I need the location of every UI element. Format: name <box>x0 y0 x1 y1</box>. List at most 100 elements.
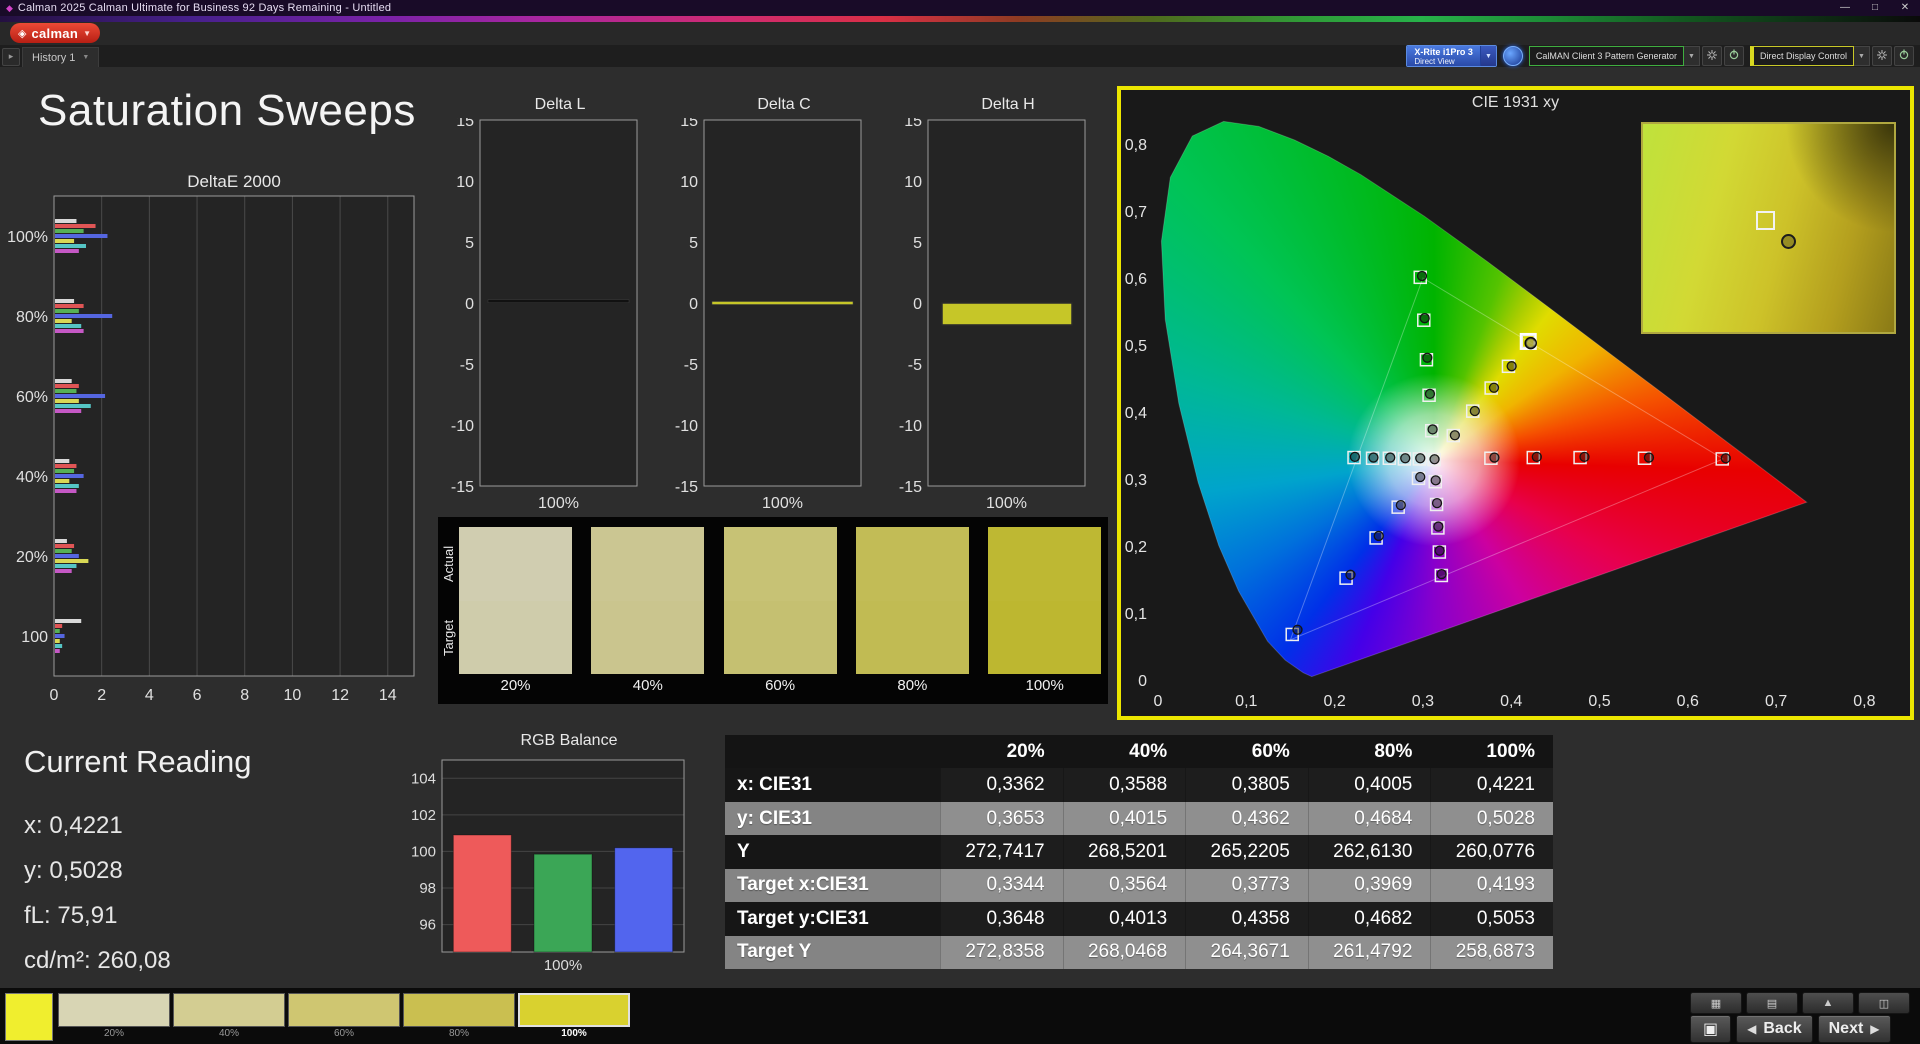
svg-text:0,1: 0,1 <box>1125 606 1147 623</box>
chevron-down-icon[interactable]: ▼ <box>1479 46 1496 66</box>
cie-1931-chart-selected[interactable]: 0 0,1 0,2 0,3 0,4 0,5 0,6 0,7 0,8 0 0,1 0,2 0,3 0,4 0,… <box>1117 86 1914 720</box>
cie-measured-marker <box>1430 475 1441 486</box>
table-cell: 0,4005 <box>1307 768 1431 802</box>
reading-cdm2: cd/m²: 260,08 <box>24 947 171 974</box>
svg-text:5: 5 <box>465 235 474 252</box>
cie-measured-marker <box>1373 530 1384 542</box>
swatch-label: 100% <box>1025 677 1064 694</box>
chevron-down-icon[interactable]: ▼ <box>1854 46 1870 66</box>
source-power-button[interactable] <box>1723 46 1744 66</box>
list-view-button[interactable]: ▤ <box>1746 992 1798 1014</box>
measurement-point-tile[interactable]: 40% <box>173 993 285 1039</box>
page-title: Saturation Sweeps <box>38 86 416 135</box>
svg-text:0,8: 0,8 <box>1125 137 1147 154</box>
maximize-button[interactable]: □ <box>1860 0 1890 16</box>
cie-measured-marker <box>1469 405 1480 417</box>
display-power-button[interactable] <box>1894 46 1914 66</box>
delta-c-plot: 15 10 5 0 -5 -10 -15 100% <box>675 113 862 512</box>
grid-view-button[interactable]: ▦ <box>1690 992 1742 1014</box>
cie-measured-marker <box>1415 471 1426 483</box>
source-settings-button[interactable] <box>1701 46 1722 66</box>
delta-bar <box>711 301 854 305</box>
table-cell: 0,4221 <box>1430 768 1553 802</box>
deltae-bar <box>55 224 96 228</box>
meter-status-badge[interactable] <box>1502 46 1523 66</box>
deltae-bar <box>55 384 79 388</box>
table-cell: 0,4013 <box>1062 902 1186 936</box>
deltae-bar <box>55 394 106 398</box>
table-row-label: y: CIE31 <box>725 801 940 836</box>
target-swatch <box>855 600 969 674</box>
close-button[interactable]: ✕ <box>1890 0 1920 16</box>
chart-title: Delta L <box>534 96 586 113</box>
svg-text:15: 15 <box>456 118 474 130</box>
minimize-button[interactable]: — <box>1830 0 1860 16</box>
cie-measured-marker <box>1419 313 1430 324</box>
deltae-bar <box>55 314 113 318</box>
deltae-bar <box>55 544 75 548</box>
table-cell: 0,3773 <box>1185 868 1308 903</box>
cie-measured-marker <box>1349 451 1361 463</box>
titlebar: ◆ Calman 2025 Calman Ultimate for Busine… <box>0 0 1920 16</box>
deltae-bar <box>55 629 60 633</box>
chevron-down-icon[interactable]: ▼ <box>1683 46 1700 66</box>
svg-text:10: 10 <box>284 687 302 704</box>
table-cell: 0,3588 <box>1062 768 1186 802</box>
deltae-bar <box>55 464 77 468</box>
table-cell: 264,3671 <box>1185 935 1308 969</box>
svg-text:-5: -5 <box>684 357 698 374</box>
source-dropdown[interactable]: CalMAN Client 3 Pattern Generator ▼ <box>1528 46 1744 66</box>
svg-text:-15: -15 <box>675 479 698 496</box>
svg-text:0: 0 <box>913 296 922 313</box>
cie-measured-marker <box>1345 569 1356 580</box>
current-reading-title: Current Reading <box>24 744 252 779</box>
pattern-window-button[interactable]: ▣ <box>1690 1015 1732 1043</box>
measurement-point-tile[interactable]: 100% <box>518 993 630 1039</box>
measurement-point-tile[interactable]: 80% <box>403 993 515 1039</box>
deltae-bar <box>55 239 75 243</box>
svg-text:0,3: 0,3 <box>1125 472 1147 489</box>
deltae-bar <box>55 639 60 643</box>
table-cell: 268,5201 <box>1062 835 1186 869</box>
split-view-button[interactable]: ◫ <box>1858 992 1910 1014</box>
table-cell: 265,2205 <box>1185 835 1308 869</box>
svg-text:14: 14 <box>379 687 397 704</box>
back-button[interactable]: ◀ Back <box>1736 1015 1813 1043</box>
next-button[interactable]: Next ▶ <box>1817 1015 1891 1043</box>
svg-text:0,1: 0,1 <box>1235 693 1257 710</box>
display-dropdown[interactable]: Direct Display Control ▼ <box>1749 46 1914 66</box>
svg-text:40%: 40% <box>16 469 48 486</box>
display-settings-button[interactable] <box>1872 46 1892 66</box>
deltae-bar <box>55 309 79 313</box>
meter-dropdown[interactable]: X-Rite i1Pro 3 Direct View ▼ <box>1406 45 1497 67</box>
svg-text:-15: -15 <box>899 479 922 496</box>
table-row-label: Target Y <box>725 935 940 969</box>
deltae-bar <box>55 324 82 328</box>
measurement-point-tile[interactable]: 60% <box>288 993 400 1039</box>
deltae-bar <box>55 304 84 308</box>
tile-color <box>518 993 630 1027</box>
table-cell: 0,4358 <box>1185 902 1308 936</box>
svg-text:0,6: 0,6 <box>1677 693 1699 710</box>
svg-text:0: 0 <box>689 296 698 313</box>
cie-measured-marker <box>1385 452 1396 463</box>
reading-y: y: 0,5028 <box>24 857 123 884</box>
scroll-up-button[interactable]: ▲ <box>1802 992 1854 1014</box>
svg-text:10: 10 <box>680 174 698 191</box>
history-collapse-button[interactable]: ▸ <box>2 48 20 66</box>
measurement-point-tile[interactable]: 20% <box>58 993 170 1039</box>
table-cell: 0,3648 <box>940 902 1063 936</box>
view-toggle-row: ▦ ▤ ▲ ◫ <box>1690 992 1910 1014</box>
tab-history-1[interactable]: History 1 ▼ <box>22 47 100 67</box>
swatch-tile <box>723 527 837 674</box>
gear-icon <box>1877 47 1887 65</box>
cie-measured-marker <box>1643 452 1655 463</box>
table-cell: 268,0468 <box>1062 935 1186 969</box>
current-patch-swatch <box>5 993 53 1041</box>
table-cell: 0,3805 <box>1185 768 1308 802</box>
chart-title: Delta H <box>981 96 1035 113</box>
swatch-tile <box>855 527 969 674</box>
calman-menu-button[interactable]: ◈ calman ▼ <box>10 23 100 43</box>
table-header-cell: 20% <box>940 735 1063 769</box>
workflow-nav: ▣ ◀ Back Next ▶ <box>1690 1015 1891 1043</box>
